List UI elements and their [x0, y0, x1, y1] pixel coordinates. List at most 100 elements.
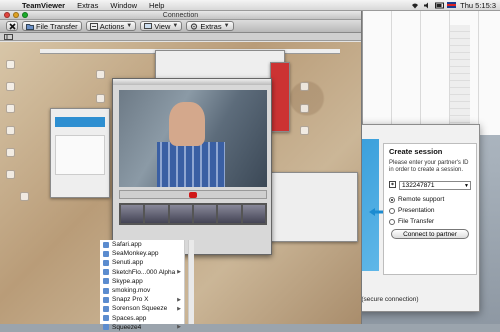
- remote-desktop-icon[interactable]: [6, 126, 15, 135]
- extras-label: Extras: [200, 21, 222, 31]
- list-item-label: Snapz Pro X: [112, 296, 149, 304]
- remote-desktop-icon[interactable]: [300, 104, 309, 113]
- partner-id-row: 132247871 ▼: [389, 180, 471, 190]
- list-item[interactable]: smoking.mov: [100, 286, 184, 295]
- remote-dialog-window[interactable]: [50, 108, 110, 198]
- menu-window[interactable]: Window: [104, 1, 143, 10]
- list-item[interactable]: Safari.app: [100, 240, 184, 249]
- partner-id-icon: [389, 180, 396, 190]
- sidebar-toggle-icon[interactable]: [4, 33, 13, 40]
- list-item[interactable]: Skype.app: [100, 277, 184, 286]
- remote-desktop-icon[interactable]: [96, 70, 105, 79]
- partner-id-input[interactable]: 132247871 ▼: [399, 180, 471, 190]
- video-thumbnail[interactable]: [193, 205, 217, 223]
- remote-desktop-icon[interactable]: [6, 60, 15, 69]
- file-transfer-label: File Transfer: [36, 21, 78, 31]
- menubar-clock[interactable]: Thu 5:15:3: [460, 1, 496, 10]
- extras-menu-button[interactable]: Extras ▼: [186, 21, 234, 31]
- list-item-label: Spaces.app: [112, 314, 147, 322]
- folder-icon: [103, 305, 109, 312]
- finder-columns: [363, 11, 500, 135]
- create-session-prompt: Please enter your partner's ID in order …: [389, 160, 469, 173]
- menu-extras[interactable]: Extras: [71, 1, 104, 10]
- remote-desktop-icon[interactable]: [6, 148, 15, 157]
- finder-scrollbar[interactable]: [188, 240, 194, 324]
- chevron-right-icon: ▶: [177, 324, 181, 331]
- radio-button-selected[interactable]: [389, 196, 395, 203]
- view-menu-button[interactable]: View ▼: [140, 21, 183, 31]
- radio-button[interactable]: [389, 218, 395, 225]
- remote-desktop-icon[interactable]: [300, 82, 309, 91]
- wifi-icon[interactable]: [411, 2, 419, 9]
- remote-desktop-icon[interactable]: [6, 104, 15, 113]
- list-item-label: Sorenson Squeeze: [112, 305, 168, 313]
- video-thumbnail[interactable]: [218, 205, 241, 223]
- video-thumbnail[interactable]: [145, 205, 168, 223]
- record-button-icon[interactable]: [189, 191, 197, 198]
- list-item-label: SeaMonkey.app: [112, 250, 159, 258]
- battery-icon[interactable]: [435, 2, 445, 9]
- menubar-status-area: Thu 5:15:3: [411, 1, 500, 10]
- chevron-down-icon[interactable]: ▼: [464, 182, 469, 190]
- volume-icon[interactable]: [423, 2, 431, 9]
- radio-presentation[interactable]: Presentation: [389, 207, 471, 214]
- remote-desktop-icon[interactable]: [20, 192, 29, 201]
- list-item[interactable]: SketchFlo...000 Alpha ▶: [100, 268, 184, 277]
- chevron-down-icon: ▼: [126, 23, 133, 29]
- radio-button[interactable]: [389, 207, 395, 214]
- remote-background-window[interactable]: [260, 172, 358, 242]
- app-icon: [103, 315, 109, 322]
- chevron-right-icon: ▶: [177, 296, 181, 303]
- connection-window-title: Connection: [162, 12, 199, 19]
- gear-icon: [191, 22, 198, 30]
- actions-menu-button[interactable]: Actions ▼: [85, 21, 137, 31]
- folder-icon: [26, 23, 34, 30]
- list-item[interactable]: Senuti.app: [100, 258, 184, 267]
- remote-desktop-icon[interactable]: [300, 126, 309, 135]
- video-thumbnail[interactable]: [169, 205, 192, 223]
- remote-desktop-icon[interactable]: [6, 170, 15, 179]
- input-source-flag-icon[interactable]: [447, 2, 457, 8]
- connect-to-partner-button[interactable]: Connect to partner: [391, 229, 469, 239]
- finder-list-stripe: [450, 25, 470, 135]
- radio-label: File Transfer: [398, 218, 435, 225]
- view-label: View: [154, 21, 171, 31]
- close-connection-button[interactable]: [6, 21, 18, 31]
- video-feed: [119, 90, 267, 187]
- host-menubar: TeamViewer Extras Window Help Thu 5:15:3: [0, 0, 500, 11]
- list-item[interactable]: SeaMonkey.app: [100, 249, 184, 258]
- remote-desktop-icon[interactable]: [96, 94, 105, 103]
- folder-icon: [103, 296, 109, 303]
- app-icon: [103, 250, 109, 257]
- folder-icon: [103, 324, 109, 331]
- radio-label: Remote support: [398, 196, 445, 203]
- app-icon: [103, 278, 109, 285]
- menu-help[interactable]: Help: [143, 1, 170, 10]
- remote-side-window[interactable]: [270, 62, 290, 132]
- chevron-down-icon: ▼: [172, 23, 179, 29]
- menu-app-name[interactable]: TeamViewer: [16, 1, 71, 10]
- list-item[interactable]: Spaces.app: [100, 314, 184, 323]
- video-thumbnail[interactable]: [242, 205, 265, 223]
- create-session-panel: Create session Please enter your partner…: [383, 143, 477, 275]
- remote-desktop-icon[interactable]: [6, 82, 15, 91]
- finder-app-list: Safari.app SeaMonkey.app Senuti.app Sket…: [100, 240, 185, 331]
- list-item-label: Skype.app: [112, 277, 143, 285]
- file-transfer-button[interactable]: File Transfer: [22, 21, 82, 31]
- chevron-right-icon: ▶: [177, 269, 181, 276]
- create-session-heading: Create session: [389, 147, 443, 156]
- remote-video-window[interactable]: [112, 78, 272, 255]
- remote-dialog-body: [55, 135, 105, 175]
- video-window-titlebar: [113, 79, 271, 85]
- folder-icon: [103, 269, 109, 276]
- list-item[interactable]: Sorenson Squeeze ▶: [100, 304, 184, 313]
- remote-dialog-header: [55, 117, 105, 127]
- radio-file-transfer[interactable]: File Transfer: [389, 218, 471, 225]
- list-item[interactable]: Squeeze4 ▶: [100, 323, 184, 332]
- app-icon: [103, 259, 109, 266]
- video-thumbnail[interactable]: [121, 205, 144, 223]
- movie-file-icon: [103, 287, 109, 294]
- radio-remote-support[interactable]: Remote support: [389, 196, 471, 203]
- list-item[interactable]: Snapz Pro X ▶: [100, 295, 184, 304]
- actions-label: Actions: [99, 21, 125, 31]
